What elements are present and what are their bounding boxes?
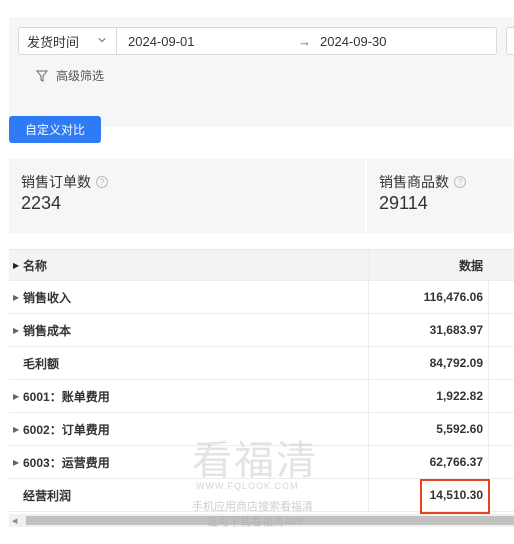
date-type-select[interactable]: 发货时间 (18, 27, 117, 55)
expand-caret-icon[interactable]: ▶ (13, 326, 23, 335)
column-divider (368, 314, 369, 346)
watermark-line1: 手机应用商店搜索看福清 (192, 501, 313, 513)
row-value: 1,922.82 (436, 389, 483, 403)
help-icon[interactable]: ? (454, 176, 466, 188)
header-name-label: 名称 (23, 258, 48, 273)
highlight-box (420, 479, 490, 514)
column-divider (368, 347, 369, 379)
extra-filter-box[interactable] (506, 27, 514, 55)
stat-card-orders: 销售订单数 ? 2234 (9, 159, 365, 233)
row-name: 销售成本 (23, 323, 72, 338)
row-name-cell: 经营利润 (13, 479, 71, 511)
stat-card-items: 销售商品数 ? 29114 (367, 159, 514, 233)
row-name-cell: ▶ 销售成本 (13, 314, 71, 346)
advanced-filter-label: 高级筛选 (56, 69, 105, 83)
custom-compare-button[interactable]: 自定义对比 (9, 116, 101, 143)
expand-all-caret-icon[interactable]: ▶ (13, 261, 23, 270)
row-value: 31,683.97 (429, 323, 483, 337)
header-name-cell[interactable]: ▶ 名称 (13, 250, 47, 280)
row-name-cell: ▶ 6001：账单费用 (13, 380, 110, 412)
column-divider (368, 413, 369, 445)
filter-icon (36, 70, 48, 82)
row-name-cell: ▶ 6003：运营费用 (13, 446, 110, 478)
column-divider (488, 380, 489, 412)
column-divider (488, 347, 489, 379)
row-name: 毛利额 (23, 356, 60, 371)
row-name-cell: ▶ 销售收入 (13, 281, 71, 313)
column-divider (488, 413, 489, 445)
column-divider (488, 314, 489, 346)
expand-caret-icon[interactable]: ▶ (13, 392, 23, 401)
start-date-input[interactable]: 2024-09-01 (128, 34, 298, 49)
column-divider (488, 446, 489, 478)
table-row[interactable]: ▶ 销售收入 116,476.06 (9, 281, 514, 314)
row-name-cell: 毛利额 (13, 347, 59, 379)
column-divider (368, 446, 369, 478)
stat-value: 2234 (21, 193, 62, 213)
header-data-label: 数据 (458, 258, 483, 273)
watermark-line2: 这可下载看福清APP (207, 516, 307, 528)
row-name: 6003：运营费用 (23, 455, 110, 470)
advanced-filter-button[interactable]: 高级筛选 (36, 67, 104, 84)
row-name-cell: ▶ 6002：订单费用 (13, 413, 110, 445)
column-divider (368, 281, 369, 313)
column-divider (368, 479, 369, 511)
date-range-picker[interactable]: 2024-09-01 → 2024-09-30 (117, 27, 497, 55)
arrow-right-icon: → (298, 33, 311, 49)
stat-value: 29114 (379, 193, 428, 213)
filter-panel: 发货时间 2024-09-01 → 2024-09-30 高级筛选 (9, 17, 514, 127)
table-header-row: ▶ 名称 数据 (9, 250, 514, 281)
help-icon[interactable]: ? (96, 176, 108, 188)
row-value: 84,792.09 (429, 356, 483, 370)
scroll-left-icon[interactable]: ◀ (12, 517, 17, 525)
row-name: 经营利润 (23, 488, 72, 503)
row-value: 62,766.37 (429, 455, 483, 469)
stat-label: 销售订单数 ? (21, 172, 108, 192)
expand-caret-icon[interactable]: ▶ (13, 425, 23, 434)
stat-label: 销售商品数 ? (379, 172, 466, 192)
column-divider (368, 380, 369, 412)
row-name: 销售收入 (23, 290, 72, 305)
watermark-brand: 看福清 (192, 438, 318, 484)
expand-caret-icon[interactable]: ▶ (13, 293, 23, 302)
stat-label-text: 销售订单数 (21, 174, 91, 190)
table-row[interactable]: ▶ 6001：账单费用 1,922.82 (9, 380, 514, 413)
date-filter-row: 发货时间 2024-09-01 → 2024-09-30 (18, 27, 497, 55)
table-row[interactable]: ▶ 销售成本 31,683.97 (9, 314, 514, 347)
column-divider (488, 281, 489, 313)
expand-caret-icon[interactable]: ▶ (13, 458, 23, 467)
stat-label-text: 销售商品数 (379, 174, 449, 190)
table-row[interactable]: 毛利额 84,792.09 (9, 347, 514, 380)
end-date-input[interactable]: 2024-09-30 (320, 34, 387, 49)
row-value: 5,592.60 (436, 422, 483, 436)
column-divider (368, 250, 369, 280)
row-value: 116,476.06 (423, 290, 483, 304)
row-name: 6001：账单费用 (23, 389, 110, 404)
chevron-down-icon (98, 38, 106, 43)
row-name: 6002：订单费用 (23, 422, 110, 437)
date-type-value: 发货时间 (27, 34, 80, 50)
watermark-url: WWW.FQLOOK.COM (196, 481, 299, 491)
